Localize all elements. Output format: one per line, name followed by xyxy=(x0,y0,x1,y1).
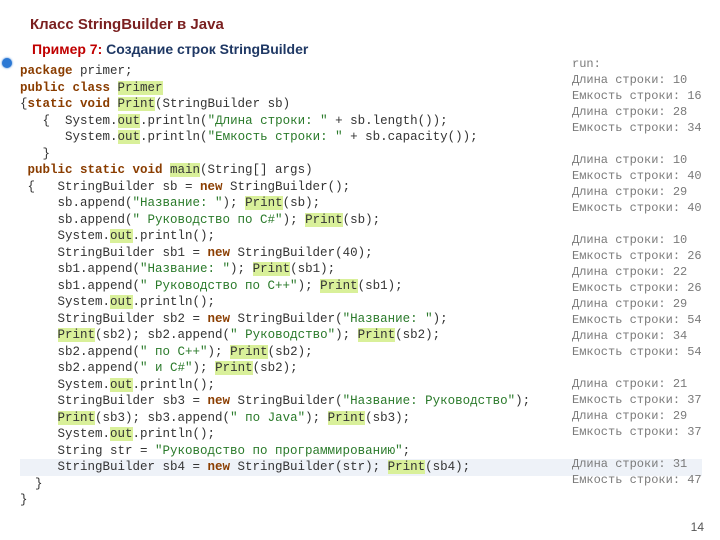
subtitle-blue: Создание строк StringBuilder xyxy=(106,41,308,57)
bullet-icon xyxy=(2,58,12,68)
slide-subtitle: Пример 7: Создание строк StringBuilder xyxy=(32,41,702,57)
slide-title: Класс StringBuilder в Java xyxy=(30,16,702,33)
console-output: run: Длина строки: 10 Емкость строки: 16… xyxy=(572,56,704,488)
slide: Класс StringBuilder в Java Пример 7: Соз… xyxy=(0,0,720,540)
page-number: 14 xyxy=(691,520,704,534)
subtitle-red: Пример 7: xyxy=(32,41,102,57)
